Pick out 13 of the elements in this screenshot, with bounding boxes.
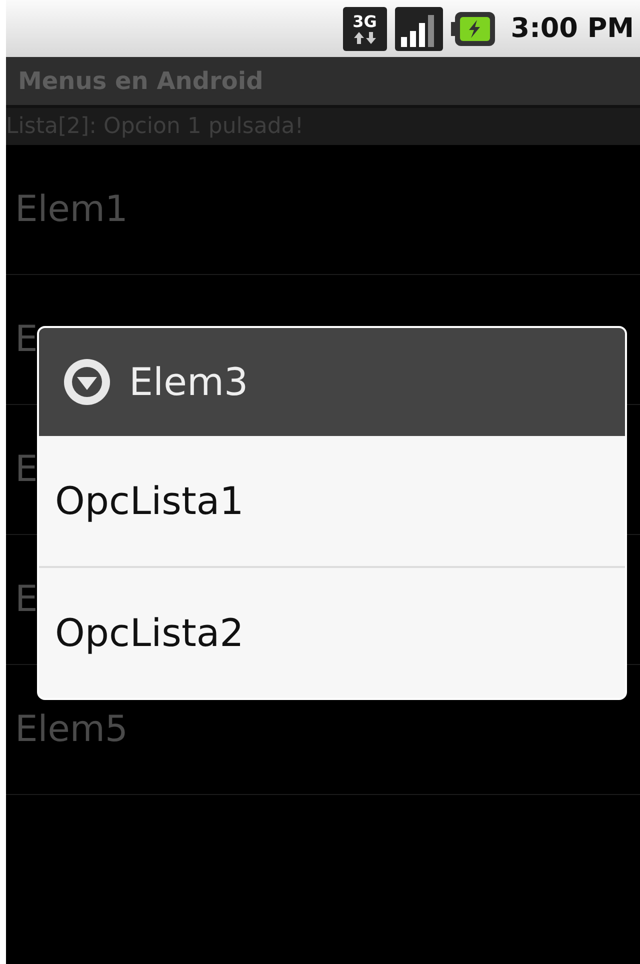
list-item-label: E [15, 579, 38, 620]
battery-icon [450, 12, 495, 46]
list-item-label: Elem1 [15, 189, 128, 230]
list-item-label: E [15, 319, 38, 360]
signal-icon [394, 6, 443, 50]
list-item-label: E [15, 449, 38, 490]
list-item-label: Elem5 [15, 709, 128, 750]
clock-time: 3:00 PM [510, 13, 634, 44]
menu-title: Elem3 [129, 360, 248, 404]
dropdown-icon [63, 358, 111, 406]
menu-item[interactable]: OpcLista1 [39, 436, 625, 568]
data-arrows-icon [352, 30, 378, 44]
network-label: 3G [352, 12, 377, 30]
